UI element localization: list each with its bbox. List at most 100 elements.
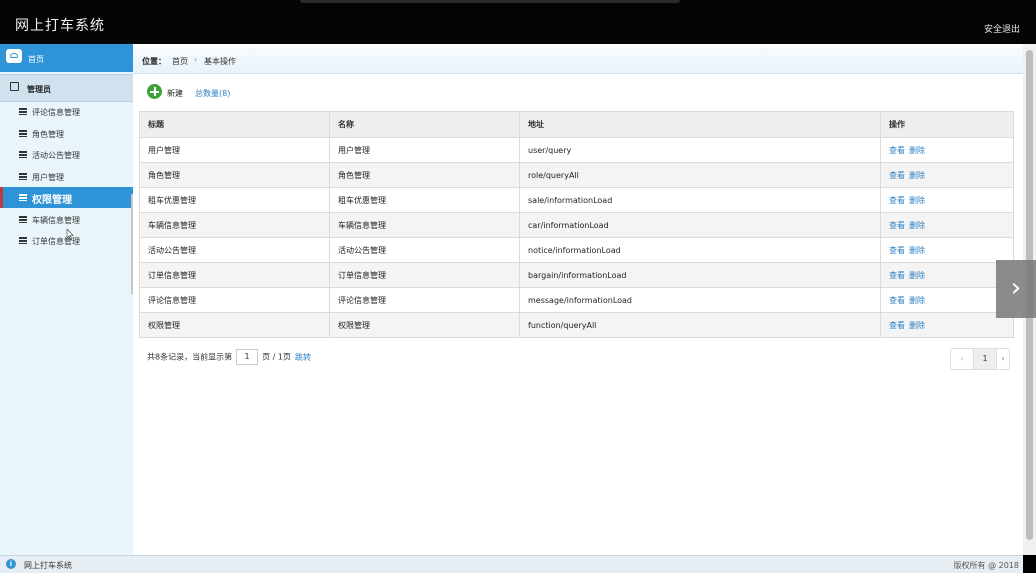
view-link[interactable]: 查看 bbox=[889, 271, 905, 280]
view-link[interactable]: 查看 bbox=[889, 221, 905, 230]
cell-actions: 查看 删除 bbox=[880, 262, 1014, 288]
cell-actions: 查看 删除 bbox=[880, 212, 1014, 238]
top-bar: 网上打车系统 安全退出 bbox=[0, 0, 1036, 44]
page-number-input[interactable]: 1 bbox=[236, 349, 259, 365]
cell-title: 评论信息管理 bbox=[139, 287, 330, 313]
view-link[interactable]: 查看 bbox=[889, 146, 905, 155]
cell-url: message/informationLoad bbox=[519, 287, 881, 313]
cell-actions: 查看 删除 bbox=[880, 287, 1014, 313]
cell-url: role/queryAll bbox=[519, 162, 881, 188]
sidebar-item[interactable]: 角色管理 bbox=[0, 123, 133, 144]
sidebar-item[interactable]: 活动公告管理 bbox=[0, 144, 133, 165]
cell-url: notice/informationLoad bbox=[519, 237, 881, 263]
cell-name: 用户管理 bbox=[329, 137, 520, 163]
sidebar-item[interactable]: 车辆信息管理 bbox=[0, 209, 133, 230]
list-icon bbox=[19, 194, 27, 201]
cell-actions: 查看 删除 bbox=[880, 137, 1014, 163]
table-row: 评论信息管理 评论信息管理 message/informationLoad 查看 删除 bbox=[139, 287, 1014, 313]
list-icon bbox=[19, 129, 27, 137]
table-row: 权限管理 权限管理 function/queryAll 查看 删除 bbox=[139, 312, 1014, 338]
table-row: 车辆信息管理 车辆信息管理 car/informationLoad 查看 删除 bbox=[139, 212, 1014, 238]
cell-actions: 查看 删除 bbox=[880, 312, 1014, 338]
delete-link[interactable]: 删除 bbox=[909, 221, 925, 230]
breadcrumb: 位置： 首页 › 基本操作 bbox=[133, 47, 1023, 74]
pagination-control: ‹ 1 › bbox=[950, 348, 1010, 370]
list-icon bbox=[19, 215, 27, 223]
cell-name: 车辆信息管理 bbox=[329, 212, 520, 238]
cell-title: 活动公告管理 bbox=[139, 237, 330, 263]
view-link[interactable]: 查看 bbox=[889, 196, 905, 205]
table-row: 用户管理 用户管理 user/query 查看 删除 bbox=[139, 137, 1014, 163]
next-slide-arrow[interactable]: › bbox=[996, 260, 1036, 318]
footer: i 网上打车系统 版权所有 @ 2018 bbox=[0, 555, 1023, 573]
list-icon bbox=[19, 172, 27, 180]
breadcrumb-home[interactable]: 首页 bbox=[172, 56, 188, 67]
cell-title: 角色管理 bbox=[139, 162, 330, 188]
sidebar-item[interactable]: 用户管理 bbox=[0, 166, 133, 187]
edit-icon bbox=[10, 82, 19, 91]
cell-actions: 查看 删除 bbox=[880, 237, 1014, 263]
cell-title: 权限管理 bbox=[139, 312, 330, 338]
table-row: 角色管理 角色管理 role/queryAll 查看 删除 bbox=[139, 162, 1014, 188]
new-button-label: 新建 bbox=[167, 89, 183, 98]
info-icon: i bbox=[6, 559, 16, 569]
cell-url: user/query bbox=[519, 137, 881, 163]
sidebar-item[interactable]: 权限管理 bbox=[0, 187, 133, 208]
sidebar-item-label: 权限管理 bbox=[32, 195, 72, 206]
view-link[interactable]: 查看 bbox=[889, 296, 905, 305]
cell-url: car/informationLoad bbox=[519, 212, 881, 238]
logout-link[interactable]: 安全退出 bbox=[984, 22, 1020, 35]
cell-title: 租车优惠管理 bbox=[139, 187, 330, 213]
sidebar-home-label: 首页 bbox=[28, 55, 44, 64]
current-page-button[interactable]: 1 bbox=[974, 349, 997, 369]
column-header-name: 名称 bbox=[329, 111, 520, 138]
delete-link[interactable]: 删除 bbox=[909, 146, 925, 155]
delete-link[interactable]: 删除 bbox=[909, 246, 925, 255]
records-text: 共8条记录，当前显示第 bbox=[147, 352, 233, 362]
view-link[interactable]: 查看 bbox=[889, 321, 905, 330]
prev-page-button[interactable]: ‹ bbox=[951, 349, 974, 369]
sidebar-home[interactable]: 首页 bbox=[0, 44, 133, 72]
view-link[interactable]: 查看 bbox=[889, 171, 905, 180]
cloud-icon bbox=[6, 49, 22, 63]
cell-url: sale/informationLoad bbox=[519, 187, 881, 213]
breadcrumb-current: 基本操作 bbox=[204, 57, 236, 66]
column-header-url: 地址 bbox=[519, 111, 881, 138]
breadcrumb-prefix: 位置： bbox=[142, 57, 166, 66]
cell-name: 权限管理 bbox=[329, 312, 520, 338]
cell-name: 角色管理 bbox=[329, 162, 520, 188]
sidebar-item-label: 车辆信息管理 bbox=[32, 215, 80, 225]
table-row: 订单信息管理 订单信息管理 bargain/informationLoad 查看 删除 bbox=[139, 262, 1014, 288]
jump-link[interactable]: 跳转 bbox=[295, 353, 311, 362]
sidebar-group-admin[interactable]: 管理员 bbox=[0, 74, 133, 102]
cell-actions: 查看 删除 bbox=[880, 187, 1014, 213]
list-icon bbox=[19, 237, 27, 244]
delete-link[interactable]: 删除 bbox=[909, 321, 925, 330]
delete-link[interactable]: 删除 bbox=[909, 271, 925, 280]
breadcrumb-separator: › bbox=[194, 55, 198, 64]
cell-name: 活动公告管理 bbox=[329, 237, 520, 263]
page-suffix: 页 / 1页 bbox=[262, 352, 291, 362]
table-header-row: 标题 名称 地址 操作 bbox=[139, 111, 1014, 138]
sidebar-item-label: 评论信息管理 bbox=[32, 108, 80, 117]
next-page-button[interactable]: › bbox=[997, 349, 1009, 369]
plus-circle-icon bbox=[147, 84, 162, 99]
footer-app-name: 网上打车系统 bbox=[24, 561, 72, 570]
column-header-actions: 操作 bbox=[880, 111, 1014, 138]
list-icon bbox=[19, 108, 27, 115]
cell-title: 用户管理 bbox=[139, 137, 330, 163]
delete-link[interactable]: 删除 bbox=[909, 296, 925, 305]
window-rim bbox=[300, 0, 680, 3]
cell-name: 订单信息管理 bbox=[329, 262, 520, 288]
delete-link[interactable]: 删除 bbox=[909, 171, 925, 180]
total-count-link[interactable]: 总数量(8) bbox=[195, 88, 230, 99]
sidebar-item[interactable]: 评论信息管理 bbox=[0, 101, 133, 122]
cell-title: 车辆信息管理 bbox=[139, 212, 330, 238]
mouse-cursor-icon bbox=[66, 229, 74, 240]
cell-url: bargain/informationLoad bbox=[519, 262, 881, 288]
table-row: 活动公告管理 活动公告管理 notice/informationLoad 查看 删除 bbox=[139, 237, 1014, 263]
sidebar-item-label: 用户管理 bbox=[32, 172, 64, 182]
footer-copyright: 版权所有 @ 2018 bbox=[953, 561, 1019, 570]
delete-link[interactable]: 删除 bbox=[909, 196, 925, 205]
view-link[interactable]: 查看 bbox=[889, 246, 905, 255]
